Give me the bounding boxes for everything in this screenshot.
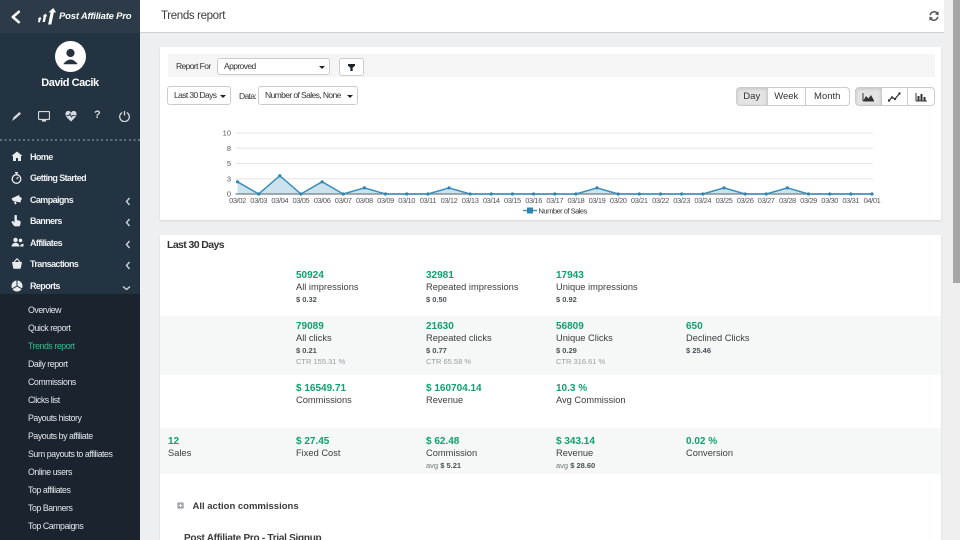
svg-text:03/06: 03/06 bbox=[314, 196, 331, 205]
svg-text:03/10: 03/10 bbox=[398, 196, 415, 205]
svg-text:03/11: 03/11 bbox=[420, 196, 436, 205]
svg-text:03/30: 03/30 bbox=[821, 196, 838, 205]
svg-text:03/29: 03/29 bbox=[800, 196, 817, 205]
svg-text:8: 8 bbox=[227, 144, 231, 153]
svg-text:03/08: 03/08 bbox=[356, 196, 373, 205]
svg-text:03/24: 03/24 bbox=[694, 196, 711, 205]
svg-text:03/26: 03/26 bbox=[737, 196, 754, 205]
svg-text:04/01: 04/01 bbox=[864, 196, 881, 205]
svg-text:03/04: 03/04 bbox=[271, 196, 288, 205]
svg-text:03/05: 03/05 bbox=[293, 196, 310, 205]
svg-text:03/28: 03/28 bbox=[779, 196, 796, 205]
svg-text:Number of Sales: Number of Sales bbox=[539, 207, 588, 216]
svg-text:03/03: 03/03 bbox=[250, 196, 267, 205]
svg-text:03/19: 03/19 bbox=[589, 196, 606, 205]
svg-text:03/14: 03/14 bbox=[483, 196, 500, 205]
svg-text:03/02: 03/02 bbox=[229, 196, 246, 205]
svg-text:03/23: 03/23 bbox=[673, 196, 690, 205]
svg-text:03/21: 03/21 bbox=[631, 196, 648, 205]
svg-text:03/15: 03/15 bbox=[504, 196, 521, 205]
svg-text:03/13: 03/13 bbox=[462, 196, 479, 205]
svg-text:03/12: 03/12 bbox=[441, 196, 458, 205]
svg-text:03/16: 03/16 bbox=[525, 196, 542, 205]
svg-text:03/22: 03/22 bbox=[652, 196, 669, 205]
svg-text:03/17: 03/17 bbox=[546, 196, 563, 205]
svg-text:03/07: 03/07 bbox=[335, 196, 352, 205]
svg-text:03/09: 03/09 bbox=[377, 196, 394, 205]
svg-text:03/31: 03/31 bbox=[842, 196, 859, 205]
svg-text:3: 3 bbox=[227, 174, 231, 183]
svg-text:03/27: 03/27 bbox=[758, 196, 775, 205]
svg-text:5: 5 bbox=[227, 159, 231, 168]
svg-text:03/18: 03/18 bbox=[568, 196, 585, 205]
svg-text:03/25: 03/25 bbox=[716, 196, 733, 205]
svg-text:03/20: 03/20 bbox=[610, 196, 627, 205]
svg-text:10: 10 bbox=[223, 129, 231, 138]
